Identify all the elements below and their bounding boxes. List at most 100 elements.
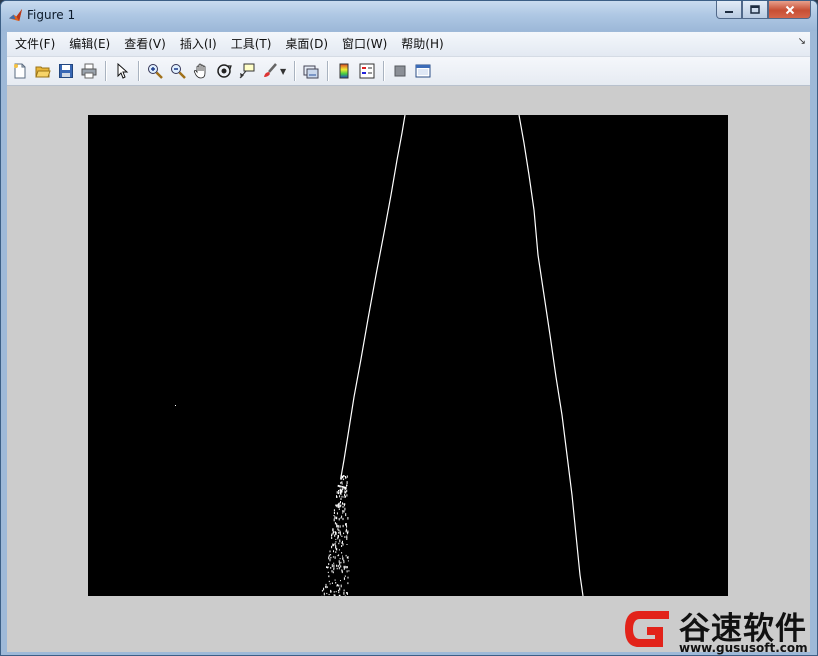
noise-pixel — [338, 485, 340, 487]
noise-pixel — [335, 538, 337, 540]
noise-pixel — [343, 496, 345, 498]
noise-pixel — [332, 571, 334, 574]
noise-pixel — [344, 536, 346, 538]
menu-edit[interactable]: 编辑(E) — [63, 34, 116, 54]
noise-pixel — [343, 577, 345, 580]
noise-pixel — [342, 557, 344, 561]
show-plot-tools-button[interactable] — [412, 60, 434, 82]
noise-pixel — [334, 556, 336, 559]
menu-file[interactable]: 文件(F) — [9, 34, 61, 54]
menu-tools[interactable]: 工具(T) — [225, 34, 278, 54]
noise-pixel — [342, 517, 344, 521]
edge-noise-cluster — [321, 475, 350, 596]
noise-pixel — [346, 525, 348, 528]
noise-pixel — [340, 561, 342, 564]
pan-hand-icon — [193, 63, 206, 79]
brush-icon — [264, 63, 277, 77]
close-button[interactable] — [768, 1, 811, 19]
noise-pixel — [340, 584, 342, 588]
noise-pixel — [344, 507, 346, 511]
noise-pixel — [336, 567, 338, 570]
noise-pixel — [345, 495, 346, 498]
noise-pixel — [342, 475, 344, 478]
title-bar[interactable]: Figure 1 — [1, 1, 817, 31]
noise-pixel — [340, 489, 342, 492]
save-button[interactable] — [55, 60, 77, 82]
hide-plot-tools-icon — [394, 65, 406, 77]
noise-pixel — [335, 541, 337, 543]
noise-pixel — [338, 531, 340, 534]
figure-toolbar: ▼ — [7, 57, 810, 86]
new-figure-icon — [14, 63, 26, 79]
brush-button[interactable] — [259, 60, 281, 82]
noise-pixel — [339, 587, 341, 591]
colorbar-icon — [339, 63, 349, 79]
rotate-3d-button[interactable] — [213, 60, 235, 82]
maximize-button[interactable] — [742, 1, 768, 19]
noise-pixel — [343, 591, 345, 595]
noise-pixel — [346, 556, 348, 559]
new-figure-button[interactable] — [9, 60, 31, 82]
noise-pixel — [330, 556, 332, 559]
noise-pixel — [326, 586, 328, 588]
menu-window[interactable]: 窗口(W) — [336, 34, 393, 54]
noise-pixel — [338, 591, 340, 594]
noise-pixel — [333, 567, 335, 569]
noise-pixel — [330, 589, 332, 593]
noise-pixel — [343, 510, 345, 513]
noise-pixel — [339, 502, 341, 504]
brush-dropdown-icon[interactable]: ▼ — [280, 67, 286, 76]
noise-pixel — [344, 565, 346, 569]
data-cursor-button[interactable] — [236, 60, 258, 82]
menu-view[interactable]: 查看(V) — [118, 34, 172, 54]
noise-pixel — [342, 540, 343, 543]
noise-pixel — [333, 594, 335, 596]
noise-pixel — [341, 535, 343, 537]
edit-plot-button[interactable] — [111, 60, 133, 82]
noise-pixel — [339, 558, 341, 560]
toolbar-separator — [327, 61, 330, 81]
noise-pixel — [325, 585, 327, 589]
data-cursor-icon — [239, 63, 255, 79]
noise-pixel — [333, 518, 335, 522]
toolbar-separator — [138, 61, 140, 81]
noise-pixel — [342, 555, 343, 557]
legend-button[interactable] — [356, 60, 378, 82]
toolbar-separator — [105, 61, 107, 81]
noise-pixel — [339, 505, 341, 508]
noise-pixel — [340, 517, 342, 519]
noise-pixel — [333, 591, 335, 593]
zoom-in-button[interactable] — [144, 60, 166, 82]
noise-pixel — [344, 493, 346, 497]
open-file-button[interactable] — [32, 60, 54, 82]
image-axes[interactable] — [88, 115, 728, 596]
minimize-button[interactable] — [716, 1, 742, 19]
chevron-double-icon[interactable]: ↘ — [798, 36, 806, 47]
menu-desktop[interactable]: 桌面(D) — [279, 34, 334, 54]
noise-pixel — [328, 594, 330, 596]
hide-plot-tools-button[interactable] — [389, 60, 411, 82]
noise-pixel — [341, 495, 343, 498]
noise-pixel — [346, 592, 348, 595]
figure-canvas[interactable] — [7, 86, 810, 652]
colorbar-button[interactable] — [333, 60, 355, 82]
noise-pixel — [335, 582, 337, 584]
noise-pixel — [346, 484, 348, 487]
pan-button[interactable] — [190, 60, 212, 82]
noise-pixel — [338, 518, 340, 521]
noise-pixel — [346, 489, 348, 492]
noise-pixel — [338, 492, 339, 495]
toolbar-separator — [383, 61, 386, 81]
menu-help[interactable]: 帮助(H) — [395, 34, 449, 54]
link-plot-icon — [303, 65, 319, 79]
noise-pixel — [345, 513, 347, 517]
link-plot-button[interactable] — [300, 60, 322, 82]
noise-pixel — [334, 543, 336, 546]
zoom-out-button[interactable] — [167, 60, 189, 82]
noise-pixel — [321, 589, 323, 592]
noise-pixel — [337, 525, 339, 528]
print-button[interactable] — [78, 60, 100, 82]
noise-pixel — [331, 582, 333, 584]
edit-plot-arrow-icon — [117, 63, 129, 79]
menu-insert[interactable]: 插入(I) — [174, 34, 223, 54]
